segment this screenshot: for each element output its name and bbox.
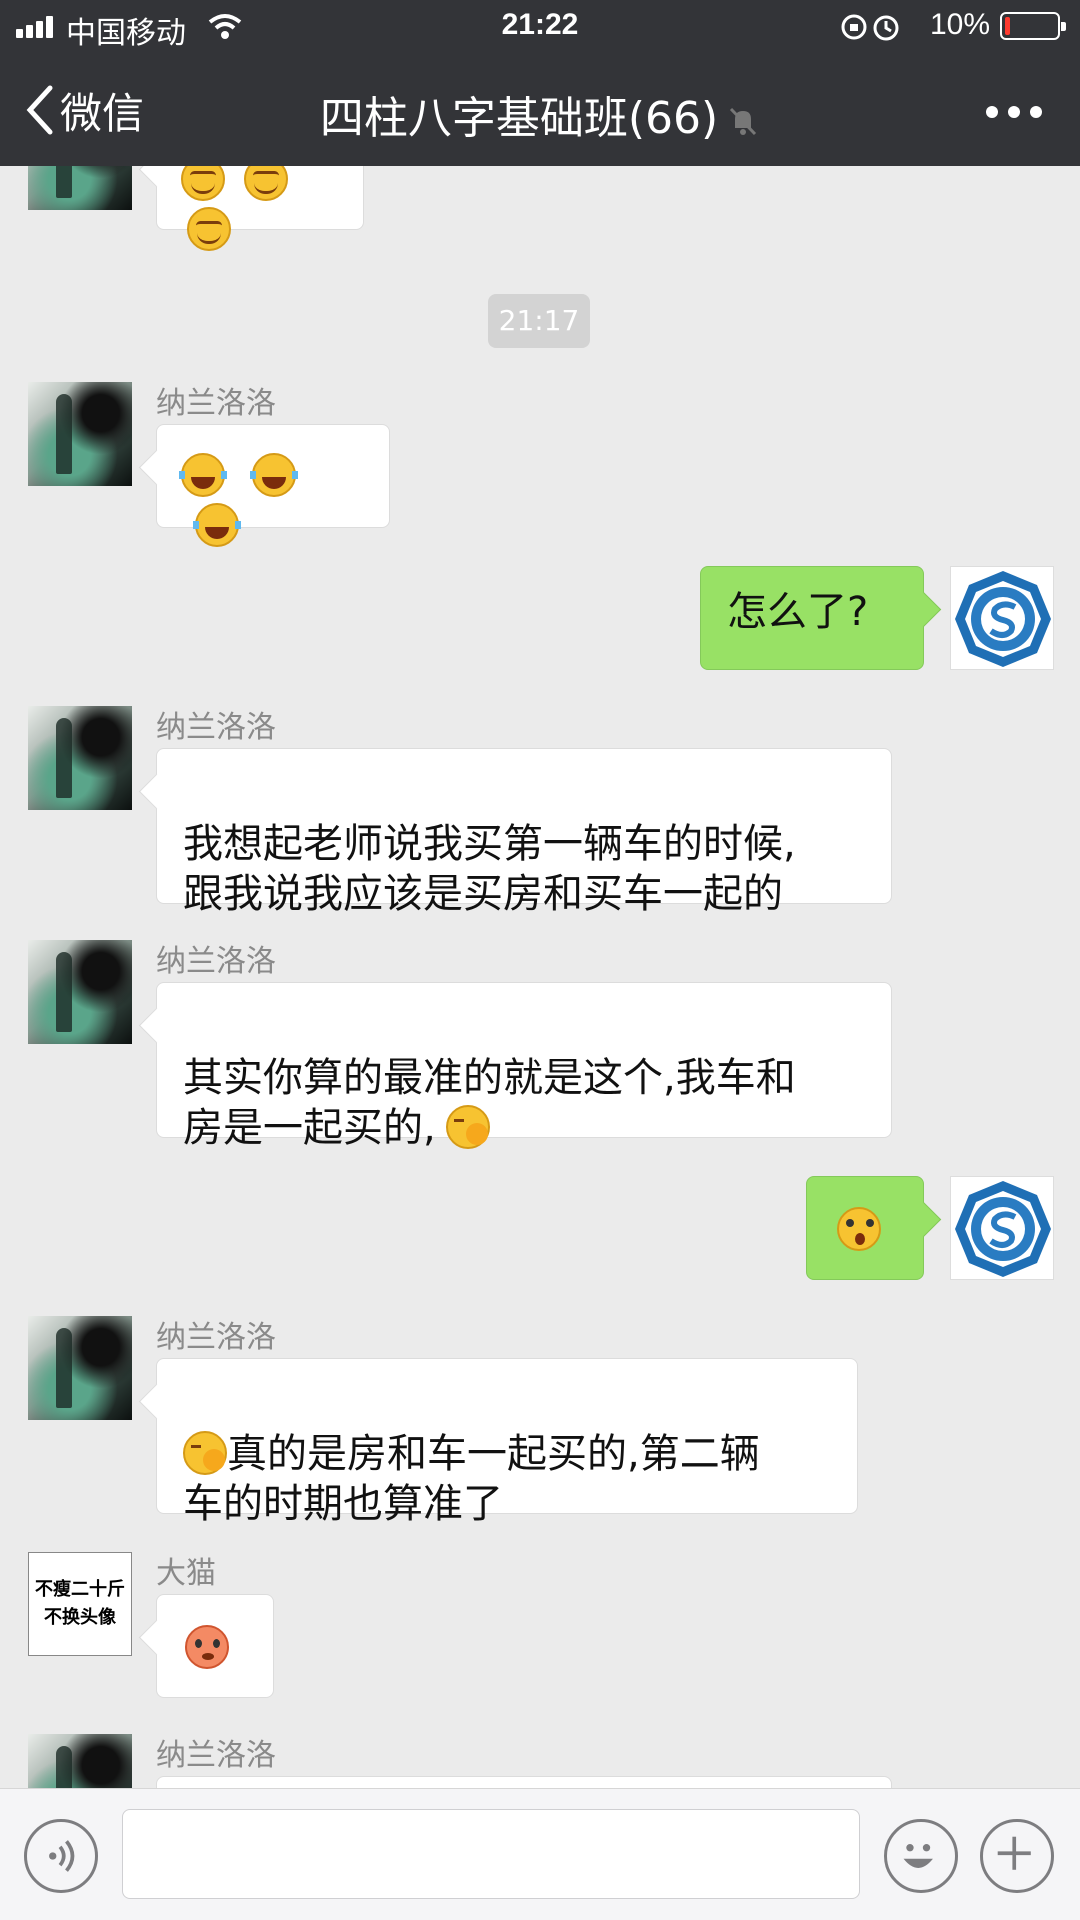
avatar[interactable] xyxy=(28,382,132,486)
sender-name: 纳兰洛洛 xyxy=(156,386,276,421)
message-text: 怎么了? xyxy=(727,589,869,635)
plus-icon xyxy=(997,1836,1031,1870)
message-bubble[interactable]: 其实你算的最准的就是这个,我车和 房是一起买的, xyxy=(156,982,892,1151)
battery-fill xyxy=(1005,17,1010,35)
blush-emoji-icon xyxy=(185,1625,229,1669)
sender-name: 大猫 xyxy=(156,1556,216,1591)
message-text: 真的是房和车一起买的,第二辆 车的时期也算准了 xyxy=(183,1431,760,1527)
message-bubble[interactable] xyxy=(156,1594,274,1698)
avatar[interactable] xyxy=(28,1734,132,1788)
avatar[interactable]: 不瘦二十斤 不换头像 xyxy=(28,1552,132,1656)
avatar-text-line: 不换头像 xyxy=(44,1607,116,1628)
battery-percent: 10% xyxy=(930,8,991,41)
grin-emoji-icon xyxy=(187,207,231,251)
chat-title-text: 四柱八字基础班(66) xyxy=(319,93,719,144)
voice-icon xyxy=(49,1840,75,1872)
message-bubble[interactable] xyxy=(806,1176,924,1280)
avatar[interactable] xyxy=(28,1316,132,1420)
grin-emoji-icon xyxy=(243,166,288,201)
sender-name: 纳兰洛洛 xyxy=(156,710,276,745)
message-bubble[interactable]: 我想起老师说我买第一辆车的时候, 跟我说我应该是买房和买车一起的 xyxy=(156,748,892,917)
face-palm-emoji-icon xyxy=(445,1105,490,1149)
message-text: 其实你算的最准的就是这个,我车和 房是一起买的, xyxy=(183,1055,796,1151)
laugh-cry-emoji-icon xyxy=(193,503,241,547)
grin-emoji-icon xyxy=(181,166,225,201)
input-bar xyxy=(0,1788,1080,1920)
laugh-cry-emoji-icon xyxy=(249,453,298,497)
message-bubble[interactable]: 真的是房和车一起买的,第二辆 车的时期也算准了 xyxy=(156,1358,858,1527)
message-bubble[interactable] xyxy=(156,1776,892,1788)
message-input[interactable] xyxy=(122,1809,860,1899)
emoji-icon xyxy=(903,1844,933,1868)
message-bubble[interactable]: 怎么了? xyxy=(700,566,924,670)
battery-icon xyxy=(1000,12,1066,40)
laugh-cry-emoji-icon xyxy=(179,453,227,497)
avatar[interactable] xyxy=(28,940,132,1044)
status-bar: 中国移动 21:22 10% xyxy=(0,0,1080,56)
avatar[interactable] xyxy=(950,566,1054,670)
alarm-lock-icon xyxy=(841,14,899,41)
message-text: 我想起老师说我买第一辆车的时候, 跟我说我应该是买房和买车一起的 xyxy=(183,821,796,917)
more-button[interactable] xyxy=(984,96,1044,126)
avatar[interactable] xyxy=(950,1176,1054,1280)
message-bubble[interactable] xyxy=(156,166,364,251)
avatar-text-line: 不瘦二十斤 xyxy=(35,1579,125,1600)
more-icon xyxy=(986,106,998,118)
avatar[interactable] xyxy=(28,166,132,210)
sender-name: 纳兰洛洛 xyxy=(156,1738,276,1773)
sender-name: 纳兰洛洛 xyxy=(156,944,276,979)
message-list[interactable]: 21:17 纳兰洛洛 怎么了? 纳兰洛洛 我想起老师说我买第一辆车的时候, 跟我… xyxy=(0,166,1080,1788)
mute-bell-icon xyxy=(730,107,757,136)
status-time: 21:22 xyxy=(501,8,579,41)
face-palm-emoji-icon xyxy=(183,1431,227,1475)
sender-name: 纳兰洛洛 xyxy=(156,1320,276,1355)
emoji-button[interactable] xyxy=(884,1819,958,1893)
nav-header: 中国移动 21:22 10% 微信 四柱八字基础班(66) xyxy=(0,0,1080,166)
timestamp-chip: 21:17 xyxy=(488,294,590,348)
voice-button[interactable] xyxy=(24,1819,98,1893)
avatar[interactable] xyxy=(28,706,132,810)
message-bubble[interactable] xyxy=(156,424,390,547)
shocked-emoji-icon xyxy=(837,1207,881,1251)
chat-title: 四柱八字基础班(66) xyxy=(0,82,1080,146)
bagua-logo-icon xyxy=(955,1181,1051,1277)
bagua-logo-icon xyxy=(955,571,1051,667)
plus-button[interactable] xyxy=(980,1819,1054,1893)
